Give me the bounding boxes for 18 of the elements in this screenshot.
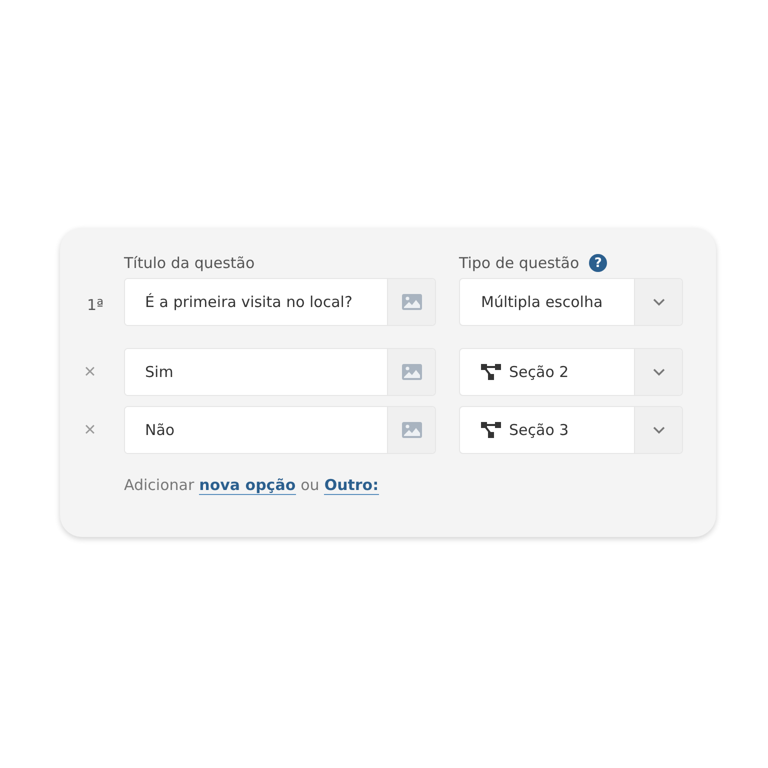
help-icon[interactable]: ? [589, 254, 608, 272]
chevron-icon [652, 426, 664, 434]
section-dropdown[interactable]: Seção 2 [509, 363, 569, 381]
other-option-link[interactable]: Outro: [324, 476, 379, 495]
dropdown-button[interactable] [634, 279, 682, 325]
branch-icon [481, 422, 501, 438]
chevron-icon [652, 368, 664, 376]
footer-text: ou [300, 476, 320, 495]
dropdown-button[interactable] [634, 349, 682, 395]
branch-icon [481, 364, 501, 380]
chevron-icon [652, 298, 664, 306]
column-label: Título da questão [124, 254, 256, 272]
add-option-link[interactable]: nova opção [199, 476, 296, 495]
footer-text: Adicionar [124, 476, 194, 495]
column-label: Tipo de questão [459, 254, 580, 272]
section-dropdown[interactable]: Seção 3 [509, 421, 569, 439]
question-number: 1ª [87, 296, 101, 314]
dropdown-button[interactable] [634, 407, 682, 453]
